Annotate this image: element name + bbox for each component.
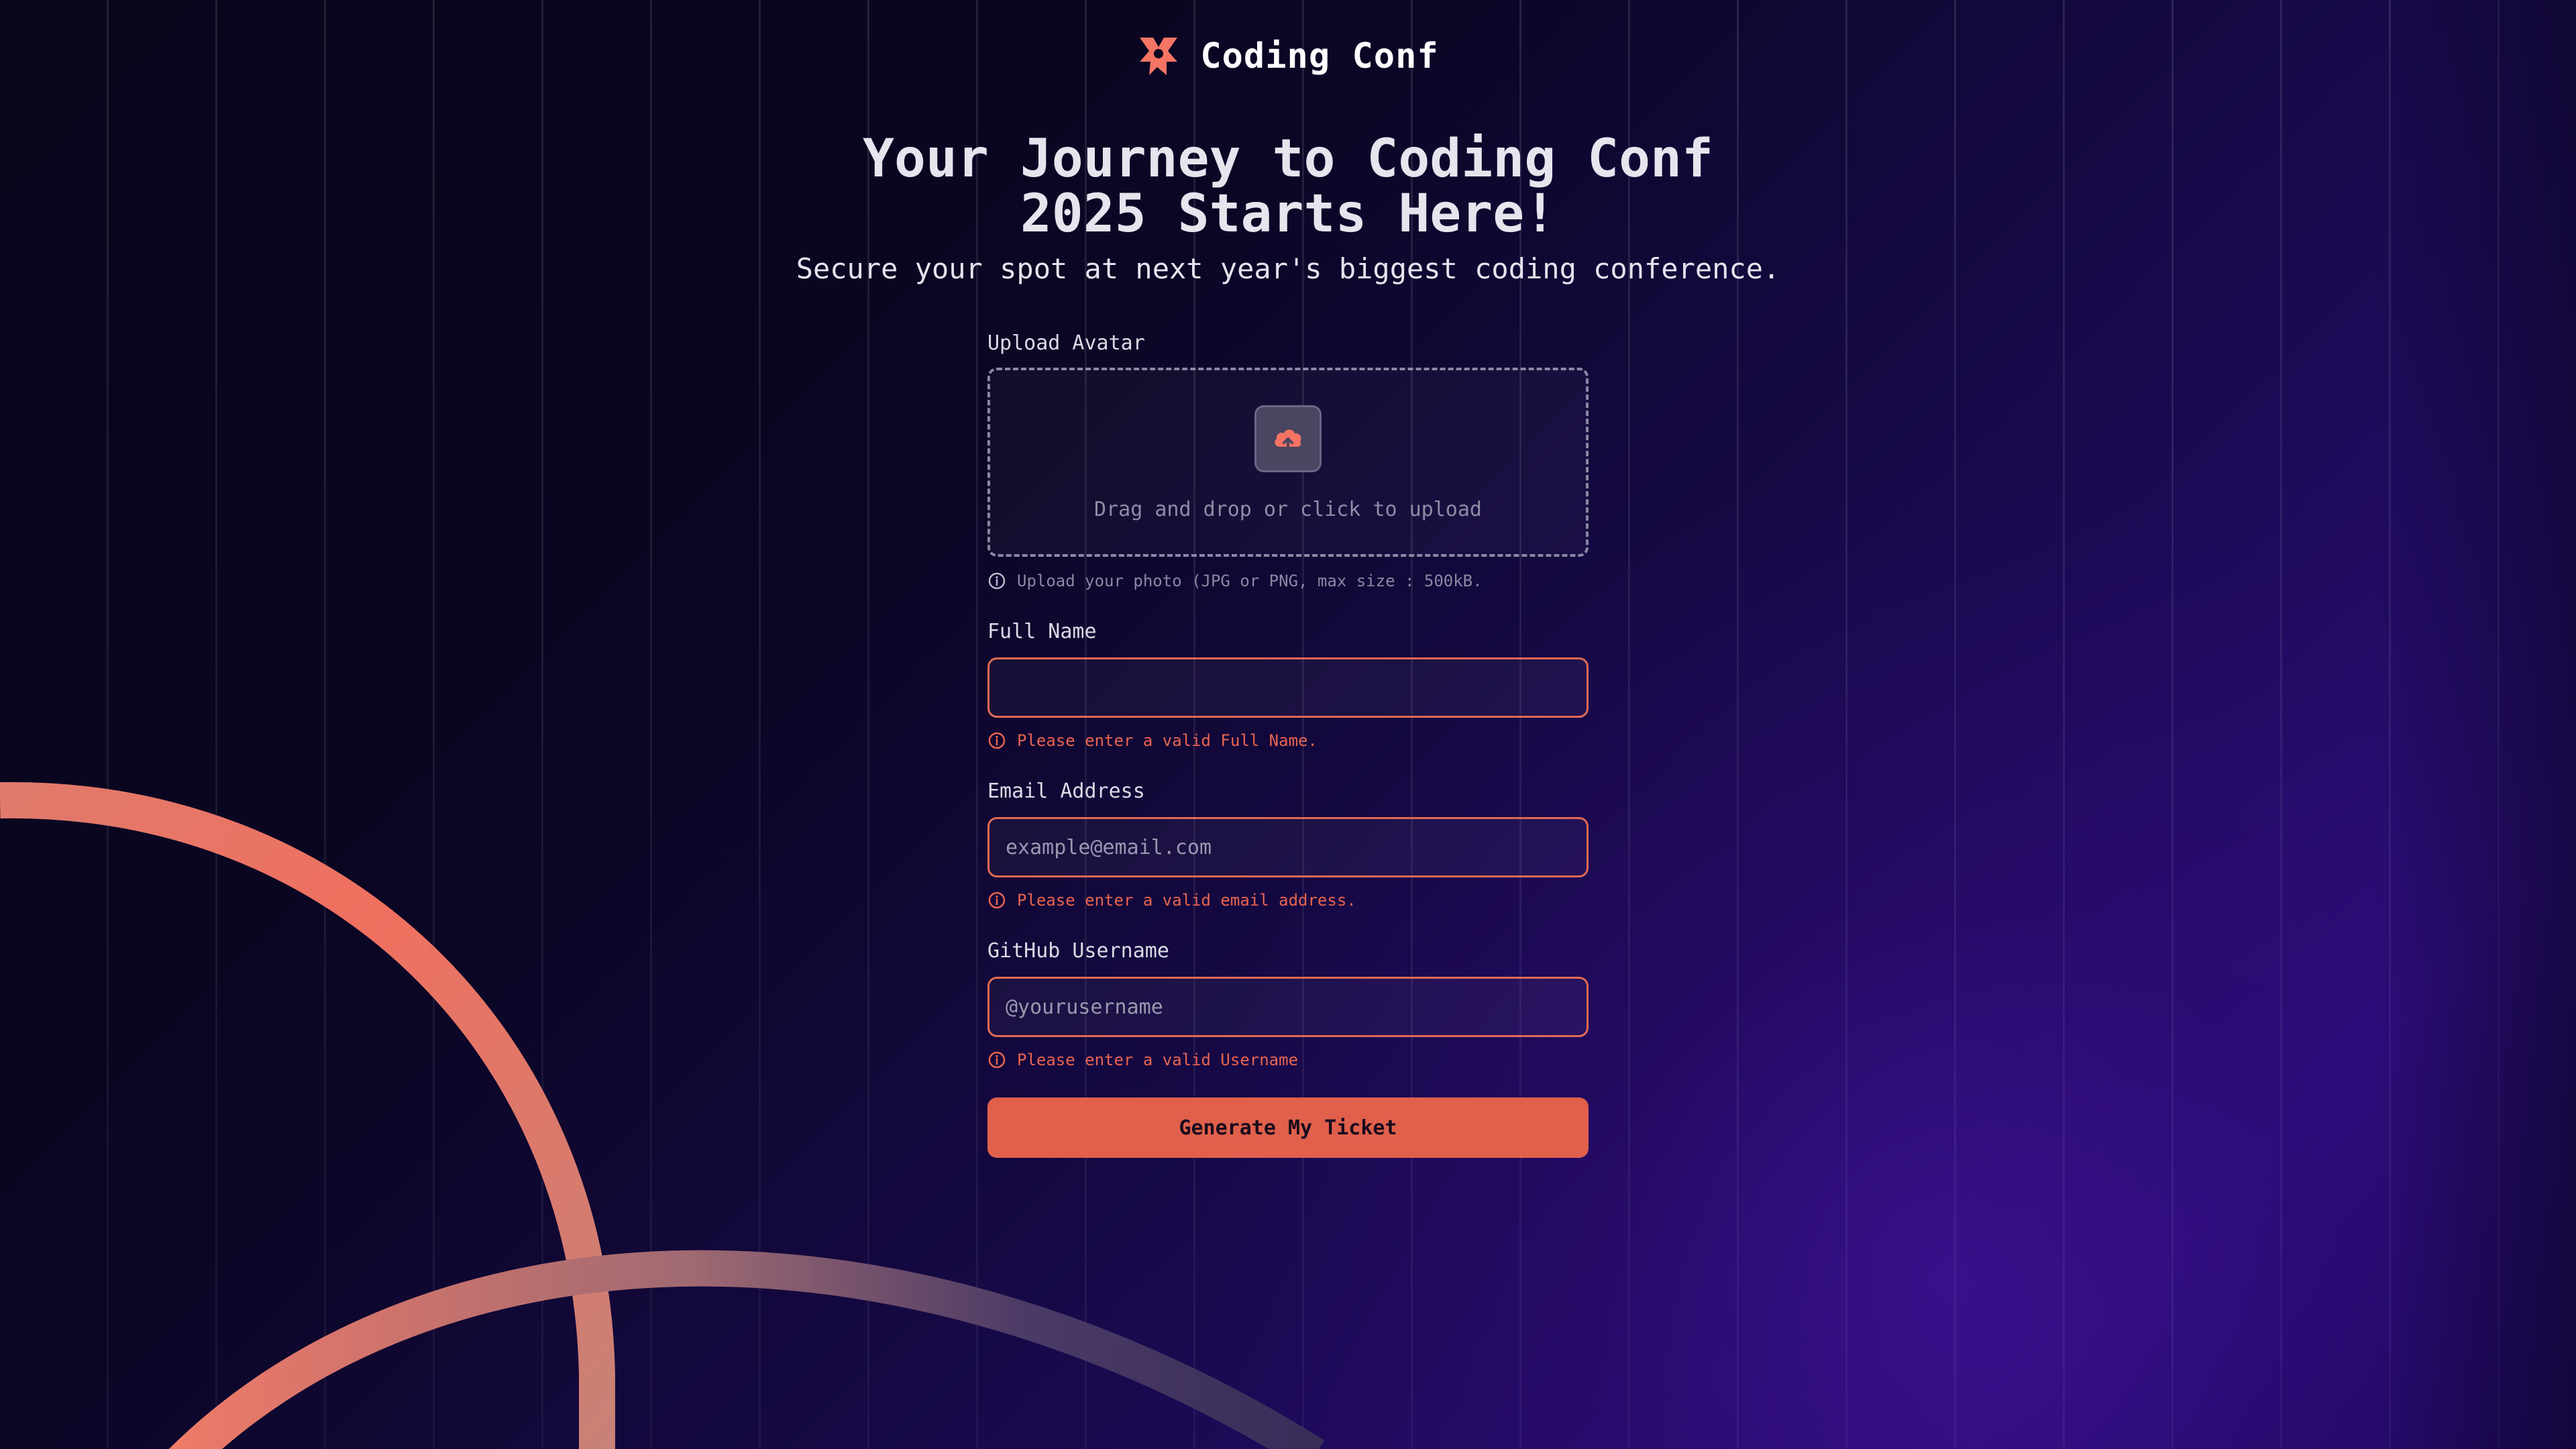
github-error-text: Please enter a valid Username [1017, 1051, 1299, 1069]
brand-logo: Coding Conf [0, 35, 2576, 78]
page-title: Your Journey to Coding Conf 2025 Starts … [0, 131, 2576, 241]
full-name-group: Full Name Please enter a valid Full Name… [987, 617, 1589, 754]
ticket-form: Upload Avatar Drag and drop or click to … [987, 329, 1589, 1158]
upload-cloud-icon [1275, 429, 1301, 452]
github-username-input[interactable] [987, 977, 1589, 1037]
page-title-line-2: 2025 Starts Here! [1020, 184, 1556, 244]
avatar-label: Upload Avatar [987, 331, 1145, 355]
coding-conf-logo-icon [1140, 38, 1178, 75]
full-name-input[interactable] [987, 657, 1589, 718]
dropzone-text: Drag and drop or click to upload [1094, 498, 1482, 521]
email-error-text: Please enter a valid email address. [1017, 891, 1356, 910]
avatar-dropzone[interactable]: Drag and drop or click to upload [987, 368, 1589, 557]
avatar-hint: Upload your photo (JPG or PNG, max size … [987, 568, 1589, 594]
github-group: GitHub Username Please enter a valid Use… [987, 936, 1589, 1073]
brand-name: Coding Conf [1200, 36, 1439, 76]
error-icon [988, 732, 1006, 749]
email-label: Email Address [987, 780, 1145, 803]
generate-ticket-button[interactable]: Generate My Ticket [987, 1097, 1589, 1158]
email-error: Please enter a valid email address. [987, 887, 1589, 914]
full-name-label: Full Name [987, 620, 1097, 643]
github-error: Please enter a valid Username [987, 1046, 1589, 1073]
page: Coding Conf Your Journey to Coding Conf … [0, 0, 2576, 1449]
error-icon [988, 892, 1006, 909]
page-title-line-1: Your Journey to Coding Conf [863, 129, 1713, 189]
email-group: Email Address Please enter a valid email… [987, 777, 1589, 914]
full-name-error-text: Please enter a valid Full Name. [1017, 731, 1318, 750]
avatar-hint-text: Upload your photo (JPG or PNG, max size … [1017, 572, 1483, 590]
info-icon [988, 572, 1006, 590]
full-name-error: Please enter a valid Full Name. [987, 727, 1589, 754]
upload-button[interactable] [1254, 405, 1322, 472]
error-icon [988, 1051, 1006, 1069]
email-field[interactable] [987, 817, 1589, 877]
github-label: GitHub Username [987, 939, 1169, 963]
page-subtitle: Secure your spot at next year's biggest … [796, 252, 1780, 285]
